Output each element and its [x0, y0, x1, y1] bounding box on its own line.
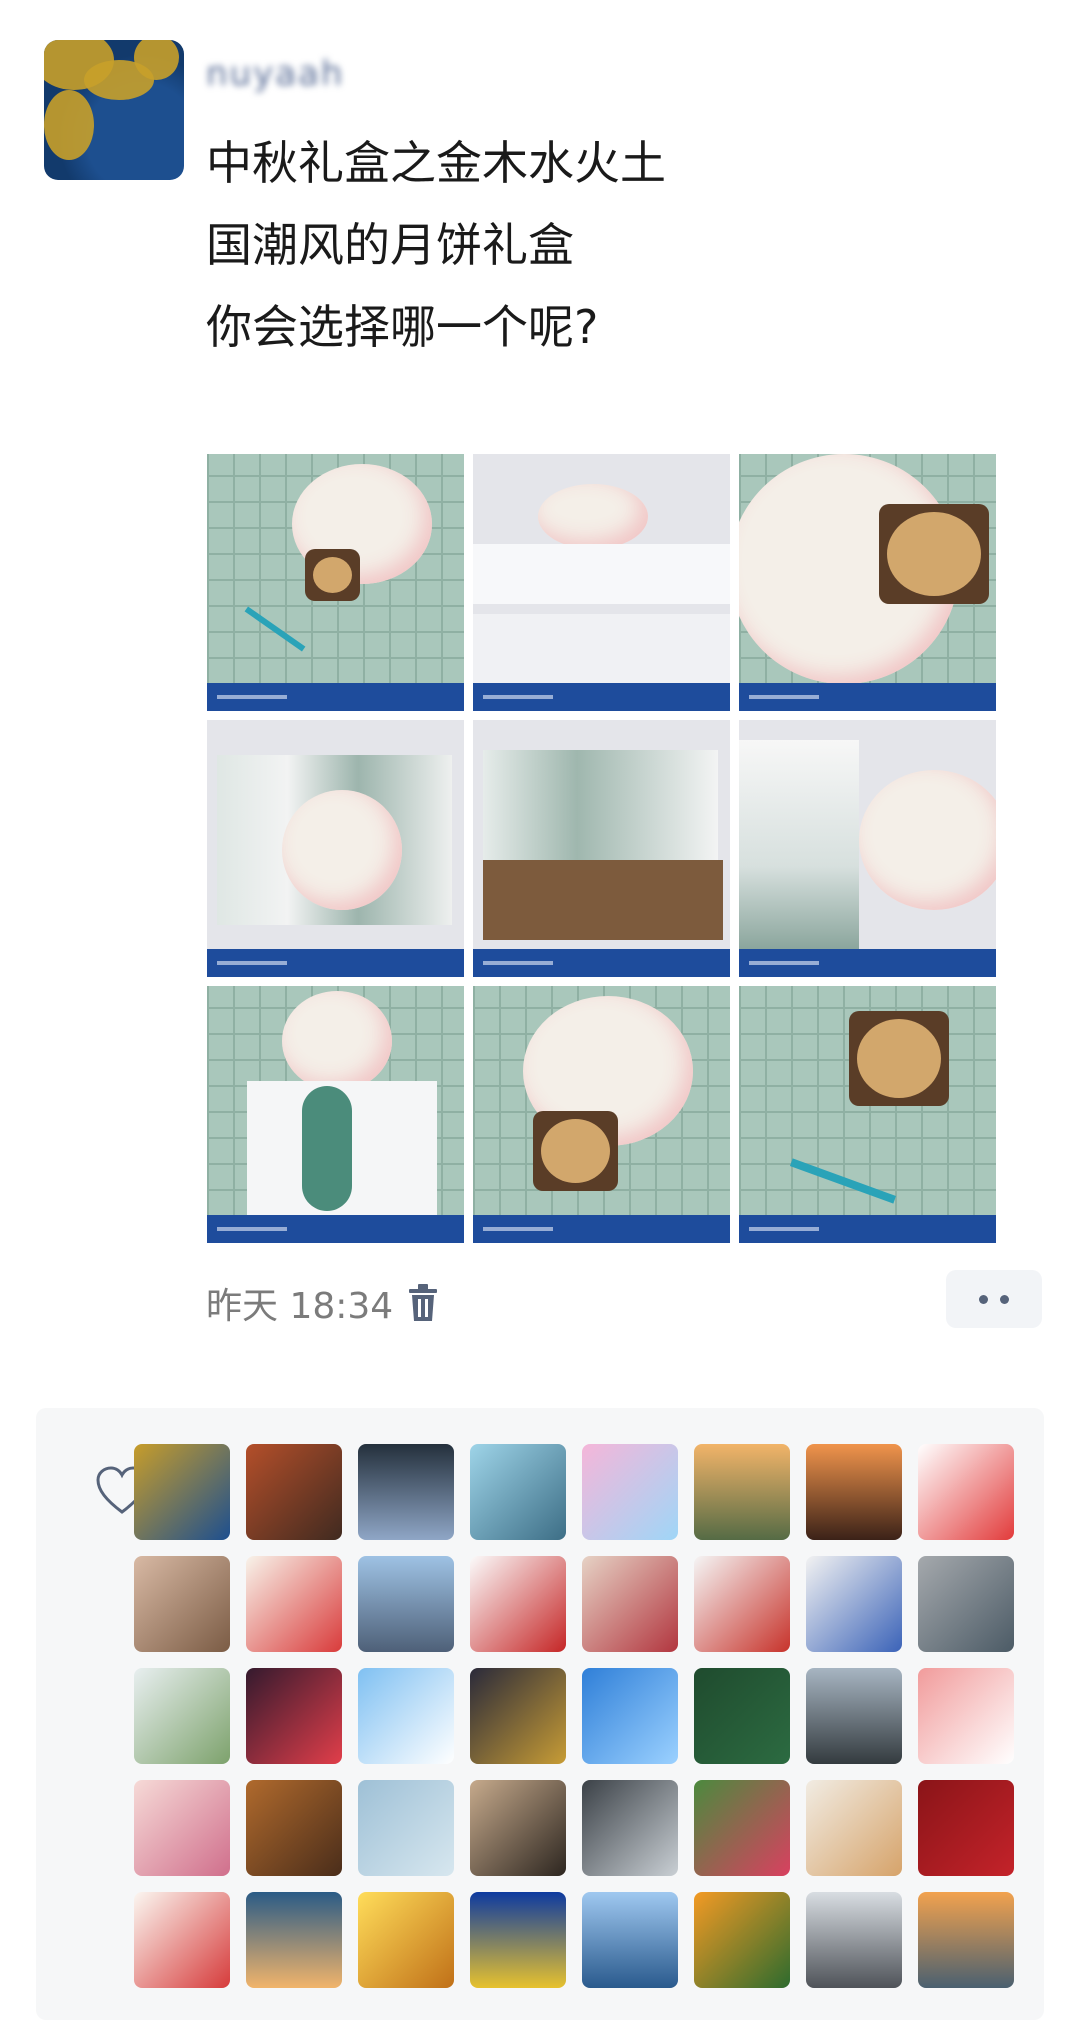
liker-avatar[interactable] [470, 1668, 566, 1764]
liker-avatar[interactable] [582, 1892, 678, 1988]
liker-avatar[interactable] [470, 1892, 566, 1988]
photo-grid [207, 454, 996, 1243]
liker-avatar[interactable] [694, 1668, 790, 1764]
photo-4[interactable] [207, 720, 464, 977]
more-dots-icon [1000, 1294, 1009, 1304]
photo-9[interactable] [739, 986, 996, 1243]
liker-avatar[interactable] [470, 1444, 566, 1540]
liker-avatar[interactable] [918, 1668, 1014, 1764]
liker-avatar[interactable] [134, 1556, 230, 1652]
photo-7[interactable] [207, 986, 464, 1243]
post-time: 昨天 18:34 [206, 1286, 394, 1327]
liker-avatar[interactable] [246, 1892, 342, 1988]
post-line-2: 国潮风的月饼礼盒 [206, 218, 574, 272]
liker-avatar[interactable] [694, 1444, 790, 1540]
liker-avatar[interactable] [134, 1668, 230, 1764]
liker-avatar[interactable] [918, 1556, 1014, 1652]
liker-avatar[interactable] [806, 1444, 902, 1540]
liker-avatar[interactable] [134, 1892, 230, 1988]
post-meta: 昨天 18:34 [206, 1278, 439, 1328]
liker-avatar[interactable] [806, 1780, 902, 1876]
liker-avatar[interactable] [358, 1668, 454, 1764]
liker-avatar[interactable] [582, 1668, 678, 1764]
photo-1[interactable] [207, 454, 464, 711]
liker-avatar[interactable] [582, 1444, 678, 1540]
liker-avatar[interactable] [806, 1892, 902, 1988]
more-button[interactable] [946, 1270, 1042, 1328]
liker-avatar[interactable] [806, 1668, 902, 1764]
liker-avatar[interactable] [918, 1444, 1014, 1540]
photo-3[interactable] [739, 454, 996, 711]
liker-avatar[interactable] [358, 1780, 454, 1876]
liker-avatar[interactable] [694, 1780, 790, 1876]
liker-avatar[interactable] [694, 1892, 790, 1988]
liker-avatar[interactable] [918, 1892, 1014, 1988]
trash-icon[interactable] [407, 1283, 439, 1323]
liker-avatar[interactable] [358, 1444, 454, 1540]
more-dots-icon [979, 1294, 988, 1304]
liker-avatar[interactable] [582, 1780, 678, 1876]
author-avatar[interactable] [44, 40, 184, 180]
photo-5[interactable] [473, 720, 730, 977]
liker-avatar[interactable] [134, 1444, 230, 1540]
post-line-3: 你会选择哪一个呢? [206, 300, 599, 354]
likes-panel [36, 1408, 1044, 2020]
photo-8[interactable] [473, 986, 730, 1243]
liker-avatar[interactable] [246, 1444, 342, 1540]
liker-avatar[interactable] [470, 1556, 566, 1652]
author-name[interactable]: nuyaah [206, 54, 371, 94]
post-line-1: 中秋礼盒之金木水火土 [206, 136, 666, 190]
liker-avatar[interactable] [694, 1556, 790, 1652]
liker-avatar[interactable] [470, 1780, 566, 1876]
liker-avatar[interactable] [582, 1556, 678, 1652]
photo-6[interactable] [739, 720, 996, 977]
liker-avatar[interactable] [246, 1668, 342, 1764]
liker-avatar[interactable] [806, 1556, 902, 1652]
liker-avatar[interactable] [358, 1556, 454, 1652]
liker-avatar[interactable] [358, 1892, 454, 1988]
photo-2[interactable] [473, 454, 730, 711]
liker-avatar[interactable] [134, 1780, 230, 1876]
liker-avatar[interactable] [246, 1556, 342, 1652]
liker-avatar[interactable] [918, 1780, 1014, 1876]
liker-avatar[interactable] [246, 1780, 342, 1876]
post-text: 中秋礼盒之金木水火土 国潮风的月饼礼盒 你会选择哪一个呢? [206, 122, 666, 368]
